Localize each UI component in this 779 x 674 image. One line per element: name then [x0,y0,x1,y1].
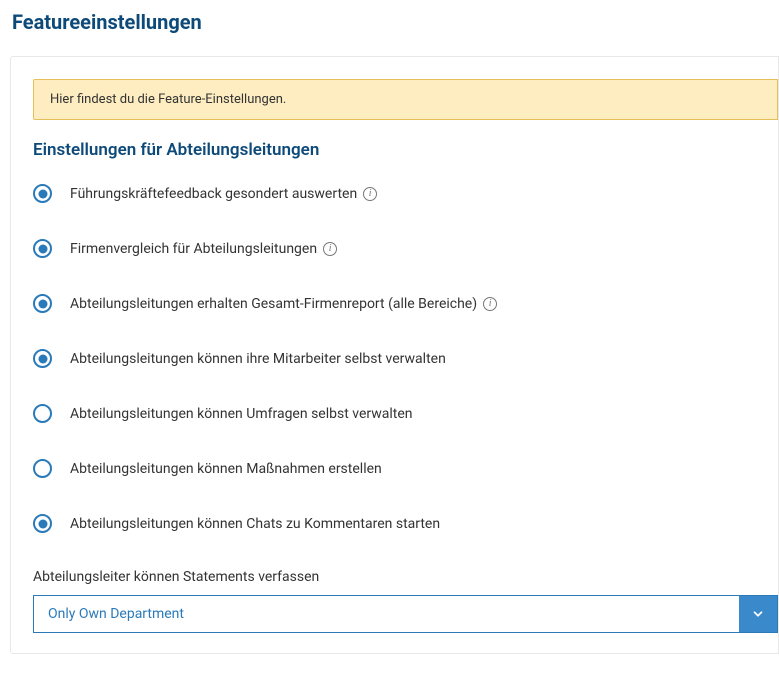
page-title: Featureeinstellungen [12,10,779,34]
chevron-down-icon [739,596,777,632]
option-label: Abteilungsleitungen können Maßnahmen ers… [70,461,382,477]
option-label: Abteilungsleitungen können Chats zu Komm… [70,516,440,532]
option-radio[interactable] [33,459,52,478]
info-banner: Hier findest du die Feature-Einstellunge… [33,79,778,120]
select-value: Only Own Department [34,596,739,632]
option-row: Abteilungsleitungen können ihre Mitarbei… [33,349,778,368]
option-radio[interactable] [33,294,52,313]
option-label: Abteilungsleitungen können ihre Mitarbei… [70,351,446,367]
option-radio[interactable] [33,349,52,368]
option-row: Firmenvergleich für Abteilungsleitungeni [33,239,778,258]
option-row: Abteilungsleitungen können Chats zu Komm… [33,514,778,533]
statements-select[interactable]: Only Own Department [33,595,778,633]
option-row: Abteilungsleitungen erhalten Gesamt-Firm… [33,294,778,313]
info-icon[interactable]: i [363,187,377,201]
option-label: Führungskräftefeedback gesondert auswert… [70,186,377,202]
option-row: Abteilungsleitungen können Maßnahmen ers… [33,459,778,478]
option-row: Abteilungsleitungen können Umfragen selb… [33,404,778,423]
option-row: Führungskräftefeedback gesondert auswert… [33,184,778,203]
option-radio[interactable] [33,239,52,258]
info-icon[interactable]: i [483,297,497,311]
section-title: Einstellungen für Abteilungsleitungen [33,140,778,160]
option-label: Abteilungsleitungen erhalten Gesamt-Firm… [70,296,497,312]
info-icon[interactable]: i [323,242,337,256]
option-radio[interactable] [33,184,52,203]
option-radio[interactable] [33,514,52,533]
option-label: Abteilungsleitungen können Umfragen selb… [70,406,413,422]
option-radio[interactable] [33,404,52,423]
select-label: Abteilungsleiter können Statements verfa… [33,569,778,585]
settings-panel: Hier findest du die Feature-Einstellunge… [10,56,779,654]
option-label: Firmenvergleich für Abteilungsleitungeni [70,241,337,257]
